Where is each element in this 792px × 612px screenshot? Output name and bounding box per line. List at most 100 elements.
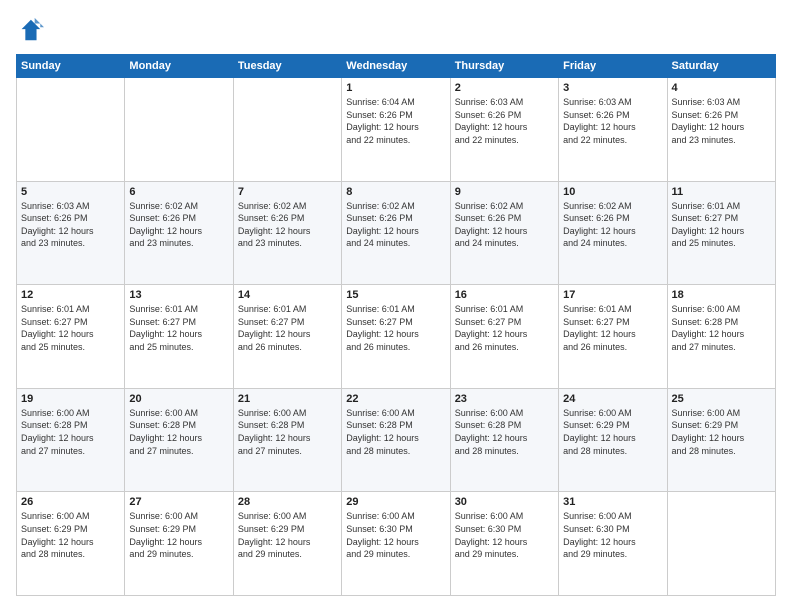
day-info: Sunrise: 6:00 AM Sunset: 6:28 PM Dayligh… (238, 407, 337, 457)
day-info: Sunrise: 6:00 AM Sunset: 6:29 PM Dayligh… (238, 510, 337, 560)
day-number: 15 (346, 289, 445, 301)
day-number: 30 (455, 496, 554, 508)
calendar-cell: 13Sunrise: 6:01 AM Sunset: 6:27 PM Dayli… (125, 285, 233, 389)
day-number: 5 (21, 186, 120, 198)
calendar-week-3: 12 Sunrise: 6:01 AM Sunset: 6:27 PM Dayli… (17, 285, 776, 389)
day-number: 20 (129, 393, 228, 405)
day-info: Sunrise: 6:03 AM Sunset: 6:26 PM Dayligh… (21, 200, 120, 250)
day-number: 4 (672, 82, 771, 94)
day-number: 11 (672, 186, 771, 198)
calendar-header-wednesday: Wednesday (342, 55, 450, 78)
day-info: Sunrise: 6:02 AM Sunset: 6:26 PM Dayligh… (455, 200, 554, 250)
day-info: Sunrise: 6:01 AM Sunset: 6:27 PM Dayligh… (563, 303, 662, 353)
day-number: 25 (672, 393, 771, 405)
day-number: 26 (21, 496, 120, 508)
calendar-cell: 24 Sunrise: 6:00 AM Sunset: 6:29 PM Dayli… (559, 388, 667, 492)
calendar-week-2: 5 Sunrise: 6:03 AM Sunset: 6:26 PM Daylig… (17, 181, 776, 285)
calendar-header-tuesday: Tuesday (233, 55, 341, 78)
calendar-cell: 5 Sunrise: 6:03 AM Sunset: 6:26 PM Daylig… (17, 181, 125, 285)
calendar-cell: 12Sunrise: 6:01 AM Sunset: 6:27 PM Dayli… (17, 285, 125, 389)
calendar-cell: 28Sunrise: 6:00 AM Sunset: 6:29 PM Dayli… (233, 492, 341, 596)
calendar-cell: 16 Sunrise: 6:01 AM Sunset: 6:27 PM Dayli… (450, 285, 558, 389)
day-number: 27 (129, 496, 228, 508)
day-info: Sunrise: 6:02 AM Sunset: 6:26 PM Dayligh… (346, 200, 445, 250)
calendar-cell: 2 Sunrise: 6:03 AM Sunset: 6:26 PM Daylig… (450, 78, 558, 182)
day-number: 16 (455, 289, 554, 301)
calendar-cell: 19Sunrise: 6:00 AM Sunset: 6:28 PM Dayli… (17, 388, 125, 492)
calendar-cell (17, 78, 125, 182)
day-info: Sunrise: 6:00 AM Sunset: 6:29 PM Dayligh… (563, 407, 662, 457)
day-number: 8 (346, 186, 445, 198)
day-number: 29 (346, 496, 445, 508)
day-number: 22 (346, 393, 445, 405)
day-number: 13 (129, 289, 228, 301)
calendar-week-1: 1Sunrise: 6:04 AM Sunset: 6:26 PM Daylig… (17, 78, 776, 182)
day-info: Sunrise: 6:00 AM Sunset: 6:29 PM Dayligh… (672, 407, 771, 457)
calendar-cell: 15 Sunrise: 6:01 AM Sunset: 6:27 PM Dayli… (342, 285, 450, 389)
calendar-cell: 25 Sunrise: 6:00 AM Sunset: 6:29 PM Dayli… (667, 388, 775, 492)
day-number: 19 (21, 393, 120, 405)
calendar-cell: 29 Sunrise: 6:00 AM Sunset: 6:30 PM Dayli… (342, 492, 450, 596)
day-info: Sunrise: 6:01 AM Sunset: 6:27 PM Dayligh… (455, 303, 554, 353)
calendar-cell: 6 Sunrise: 6:02 AM Sunset: 6:26 PM Daylig… (125, 181, 233, 285)
day-number: 2 (455, 82, 554, 94)
day-info: Sunrise: 6:01 AM Sunset: 6:27 PM Dayligh… (238, 303, 337, 353)
day-number: 3 (563, 82, 662, 94)
day-number: 18 (672, 289, 771, 301)
day-info: Sunrise: 6:01 AM Sunset: 6:27 PM Dayligh… (346, 303, 445, 353)
calendar-cell: 10 Sunrise: 6:02 AM Sunset: 6:26 PM Dayli… (559, 181, 667, 285)
calendar-cell: 1Sunrise: 6:04 AM Sunset: 6:26 PM Daylig… (342, 78, 450, 182)
day-info: Sunrise: 6:01 AM Sunset: 6:27 PM Dayligh… (672, 200, 771, 250)
calendar-cell (233, 78, 341, 182)
calendar-cell: 30 Sunrise: 6:00 AM Sunset: 6:30 PM Dayli… (450, 492, 558, 596)
calendar-cell (667, 492, 775, 596)
day-number: 31 (563, 496, 662, 508)
calendar-cell: 23Sunrise: 6:00 AM Sunset: 6:28 PM Dayli… (450, 388, 558, 492)
calendar-cell: 4 Sunrise: 6:03 AM Sunset: 6:26 PM Daylig… (667, 78, 775, 182)
calendar-cell: 7 Sunrise: 6:02 AM Sunset: 6:26 PM Daylig… (233, 181, 341, 285)
calendar-cell: 14 Sunrise: 6:01 AM Sunset: 6:27 PM Dayli… (233, 285, 341, 389)
calendar-cell: 26 Sunrise: 6:00 AM Sunset: 6:29 PM Dayli… (17, 492, 125, 596)
day-number: 14 (238, 289, 337, 301)
day-number: 21 (238, 393, 337, 405)
day-info: Sunrise: 6:00 AM Sunset: 6:28 PM Dayligh… (129, 407, 228, 457)
calendar-cell: 3 Sunrise: 6:03 AM Sunset: 6:26 PM Daylig… (559, 78, 667, 182)
day-info: Sunrise: 6:03 AM Sunset: 6:26 PM Dayligh… (672, 96, 771, 146)
calendar-header-sunday: Sunday (17, 55, 125, 78)
day-info: Sunrise: 6:02 AM Sunset: 6:26 PM Dayligh… (238, 200, 337, 250)
day-number: 7 (238, 186, 337, 198)
day-info: Sunrise: 6:00 AM Sunset: 6:30 PM Dayligh… (563, 510, 662, 560)
day-info: Sunrise: 6:00 AM Sunset: 6:29 PM Dayligh… (129, 510, 228, 560)
calendar-cell: 9 Sunrise: 6:02 AM Sunset: 6:26 PM Daylig… (450, 181, 558, 285)
calendar-cell: 17Sunrise: 6:01 AM Sunset: 6:27 PM Dayli… (559, 285, 667, 389)
calendar-header-friday: Friday (559, 55, 667, 78)
calendar-header-saturday: Saturday (667, 55, 775, 78)
day-number: 9 (455, 186, 554, 198)
calendar-header-monday: Monday (125, 55, 233, 78)
calendar-cell: 8 Sunrise: 6:02 AM Sunset: 6:26 PM Daylig… (342, 181, 450, 285)
calendar-table: SundayMondayTuesdayWednesdayThursdayFrid… (16, 54, 776, 596)
day-info: Sunrise: 6:03 AM Sunset: 6:26 PM Dayligh… (563, 96, 662, 146)
day-info: Sunrise: 6:02 AM Sunset: 6:26 PM Dayligh… (129, 200, 228, 250)
calendar-cell (125, 78, 233, 182)
calendar-cell: 11 Sunrise: 6:01 AM Sunset: 6:27 PM Dayli… (667, 181, 775, 285)
day-info: Sunrise: 6:00 AM Sunset: 6:30 PM Dayligh… (346, 510, 445, 560)
calendar-header-thursday: Thursday (450, 55, 558, 78)
day-info: Sunrise: 6:00 AM Sunset: 6:28 PM Dayligh… (346, 407, 445, 457)
day-info: Sunrise: 6:03 AM Sunset: 6:26 PM Dayligh… (455, 96, 554, 146)
calendar-week-5: 26 Sunrise: 6:00 AM Sunset: 6:29 PM Dayli… (17, 492, 776, 596)
day-number: 24 (563, 393, 662, 405)
day-info: Sunrise: 6:00 AM Sunset: 6:29 PM Dayligh… (21, 510, 120, 560)
day-number: 23 (455, 393, 554, 405)
calendar-cell: 22 Sunrise: 6:00 AM Sunset: 6:28 PM Dayli… (342, 388, 450, 492)
day-info: Sunrise: 6:00 AM Sunset: 6:30 PM Dayligh… (455, 510, 554, 560)
day-info: Sunrise: 6:04 AM Sunset: 6:26 PM Dayligh… (346, 96, 445, 146)
day-number: 6 (129, 186, 228, 198)
day-info: Sunrise: 6:02 AM Sunset: 6:26 PM Dayligh… (563, 200, 662, 250)
day-number: 12 (21, 289, 120, 301)
logo-icon (16, 16, 44, 44)
calendar-cell: 18Sunrise: 6:00 AM Sunset: 6:28 PM Dayli… (667, 285, 775, 389)
calendar-header-row: SundayMondayTuesdayWednesdayThursdayFrid… (17, 55, 776, 78)
calendar-cell: 31 Sunrise: 6:00 AM Sunset: 6:30 PM Dayli… (559, 492, 667, 596)
day-number: 10 (563, 186, 662, 198)
